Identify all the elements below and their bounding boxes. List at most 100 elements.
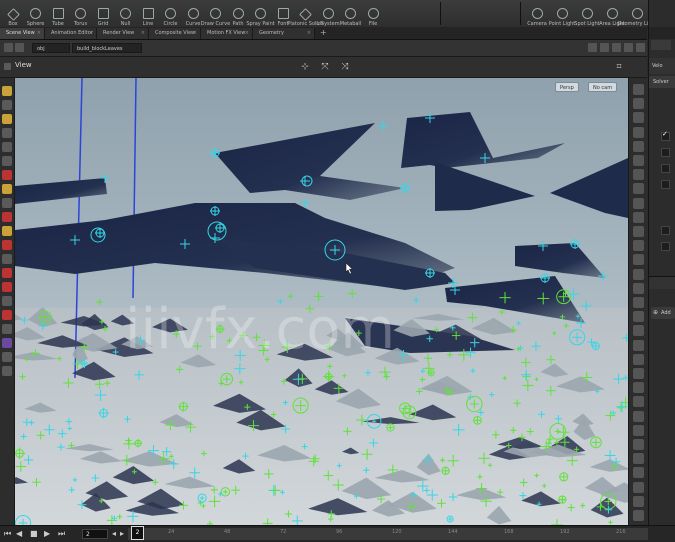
points-icon[interactable] — [633, 140, 644, 152]
stop-icon[interactable]: ■ — [30, 530, 38, 538]
tab-render-view[interactable]: Render View × — [97, 28, 149, 39]
shelf-tool-lsystem[interactable]: L-System — [316, 0, 340, 27]
settings-icon[interactable] — [633, 439, 644, 450]
tab-composite-view[interactable]: Composite View × — [149, 28, 201, 39]
help-icon[interactable] — [624, 43, 633, 52]
rotate-icon[interactable] — [2, 114, 12, 124]
template-icon[interactable] — [633, 211, 644, 223]
info-icon[interactable] — [633, 495, 644, 507]
play-reverse-icon[interactable]: ◀ — [16, 530, 22, 538]
step-forward-icon[interactable]: ▸ — [120, 530, 124, 538]
shelf-tool-tube[interactable]: Tube — [47, 0, 69, 27]
solver-tab[interactable]: Solver — [649, 76, 675, 88]
close-tab-icon[interactable]: × — [245, 28, 249, 39]
drag-icon[interactable] — [2, 282, 12, 292]
path-node[interactable]: build_blockLeaves — [72, 43, 142, 53]
shelf-tool-geometry-light[interactable]: Geometry Light — [618, 0, 657, 27]
shelf-tool-metaball[interactable]: Metaball — [340, 0, 362, 27]
layout-icon[interactable] — [633, 410, 644, 422]
shelf-tool-sphere[interactable]: Sphere — [25, 0, 47, 27]
visibility-icon[interactable] — [633, 197, 644, 209]
handle-icon[interactable] — [2, 142, 12, 152]
checkbox[interactable]: ✓ — [661, 130, 670, 141]
normals-icon[interactable] — [633, 155, 644, 166]
checkbox[interactable] — [661, 226, 670, 235]
shelf-tool-camera[interactable]: Camera — [525, 0, 549, 27]
knife-icon[interactable] — [2, 310, 12, 320]
add-tab-icon[interactable]: + — [320, 27, 327, 39]
edit-icon[interactable] — [2, 254, 12, 264]
scale-icon[interactable] — [2, 128, 12, 138]
viewport-menu-icon[interactable] — [4, 63, 11, 70]
snap-prim-icon[interactable]: ⤧ — [320, 62, 330, 72]
snapshot-icon[interactable] — [633, 226, 644, 237]
color-icon[interactable] — [633, 240, 644, 252]
checkbox[interactable] — [661, 148, 670, 157]
wireframe-icon[interactable] — [633, 98, 644, 110]
ghost-icon[interactable] — [633, 126, 644, 138]
close-tab-icon[interactable]: × — [89, 28, 93, 39]
lasso-icon[interactable] — [2, 296, 12, 306]
render-icon[interactable] — [2, 352, 12, 362]
path-root[interactable]: obj — [32, 43, 70, 53]
light-icon[interactable] — [633, 254, 644, 266]
display-options-icon[interactable] — [633, 467, 644, 479]
shelf-tool-grid[interactable]: Grid — [92, 0, 114, 27]
shaded-icon[interactable] — [633, 112, 644, 124]
shelf-tool-file[interactable]: File — [362, 0, 384, 27]
tab-icon[interactable] — [633, 510, 644, 521]
scene-svg[interactable]: iiivfx.com — [15, 78, 628, 525]
timeline-track[interactable]: 24 48 72 96 120 144 168 192 216 — [128, 528, 648, 540]
pin-icon[interactable] — [588, 43, 597, 52]
checkbox[interactable] — [661, 164, 670, 173]
clip-icon[interactable] — [633, 311, 644, 323]
flipbook-icon[interactable] — [633, 282, 644, 294]
display-icon[interactable] — [633, 268, 644, 280]
checkbox[interactable] — [661, 180, 670, 189]
frame-field[interactable]: 2 — [82, 529, 108, 539]
add-button[interactable]: ⊕ Add — [651, 307, 675, 319]
forward-arrow-icon[interactable] — [15, 43, 24, 52]
pose-icon[interactable] — [2, 156, 12, 166]
render-icon[interactable] — [633, 382, 644, 394]
snap-icon[interactable] — [2, 366, 12, 376]
viewport-lock-icon[interactable]: ⌗ — [614, 62, 624, 72]
shelf-tool-torus[interactable]: Torus — [70, 0, 92, 27]
move-icon[interactable] — [2, 100, 12, 110]
first-frame-icon[interactable]: ⏮ — [4, 530, 11, 538]
camera-menu[interactable]: No cam — [588, 82, 618, 92]
help-icon[interactable] — [633, 396, 644, 408]
snap-point-icon[interactable]: ⤨ — [340, 62, 350, 72]
shelf-tool-null[interactable]: Null — [115, 0, 137, 27]
shelf-tool-spot-light[interactable]: Spot Light — [574, 0, 600, 27]
tab-animation-editor[interactable]: Animation Editor × — [45, 28, 97, 39]
checkbox[interactable] — [661, 242, 670, 251]
light-bulb-icon[interactable] — [633, 183, 644, 195]
shelf-tool-circle[interactable]: Circle — [160, 0, 182, 27]
close-tab-icon[interactable]: × — [37, 28, 41, 39]
sculpt-icon[interactable] — [2, 240, 12, 250]
menu-icon[interactable] — [636, 43, 645, 52]
view-icon[interactable] — [2, 198, 12, 208]
step-back-icon[interactable]: ◂ — [112, 530, 116, 538]
play-icon[interactable]: ▶ — [44, 530, 50, 538]
close-tab-icon[interactable]: × — [193, 28, 197, 39]
shelf-tool-box[interactable]: Box — [2, 0, 24, 27]
close-tab-icon[interactable]: × — [141, 28, 145, 39]
param-nav[interactable] — [651, 40, 671, 50]
cap-icon[interactable] — [633, 325, 644, 337]
shelf-tool-point-light[interactable]: Point Light — [549, 0, 575, 27]
light-icon[interactable] — [2, 226, 12, 236]
shelf-tool-platonic[interactable]: Platonic Solids — [287, 0, 324, 27]
grid-icon[interactable] — [2, 324, 12, 334]
select-icon[interactable] — [2, 86, 12, 96]
key-icon[interactable] — [633, 297, 644, 308]
current-frame-marker[interactable]: 2 — [131, 526, 144, 540]
last-frame-icon[interactable]: ⏭ — [58, 530, 65, 538]
shelf-tool-draw-curve[interactable]: Draw Curve — [201, 0, 230, 27]
persp-menu[interactable]: Persp — [555, 82, 579, 92]
options-icon[interactable] — [633, 339, 644, 351]
shelf-tool-spray-paint[interactable]: Spray Paint — [246, 0, 275, 27]
shader-icon[interactable] — [2, 338, 12, 348]
magnet-icon[interactable] — [2, 268, 12, 278]
